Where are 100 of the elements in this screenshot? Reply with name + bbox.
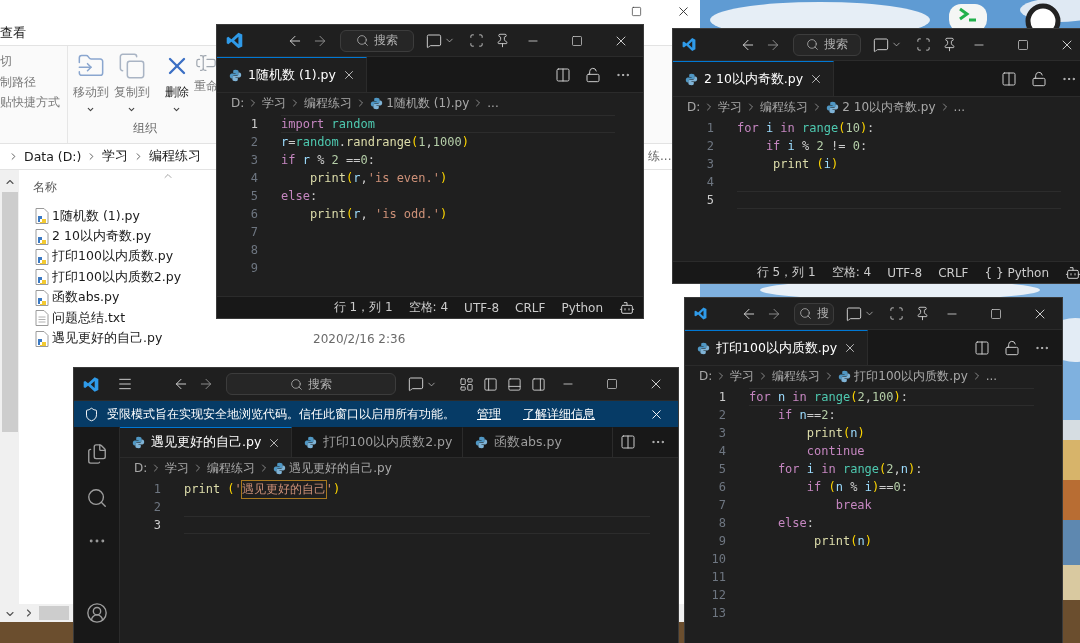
- breadcrumb-item[interactable]: 学习: [262, 94, 287, 112]
- status-item[interactable]: UTF-8: [464, 300, 500, 315]
- breadcrumb-item[interactable]: 学习: [718, 98, 743, 116]
- breadcrumb-item[interactable]: 学习: [165, 459, 190, 477]
- chat-icon[interactable]: [408, 376, 424, 392]
- terminal-icon[interactable]: [948, 3, 988, 28]
- copilot-icon[interactable]: [1065, 264, 1080, 281]
- file-name[interactable]: 2 10以内奇数.py: [52, 228, 152, 246]
- maximize-icon[interactable]: [631, 5, 642, 17]
- chat-icon[interactable]: [846, 305, 862, 322]
- breadcrumb-item[interactable]: D:: [134, 461, 148, 475]
- file-name[interactable]: 遇见更好的自己.py: [52, 330, 163, 348]
- menu-icon[interactable]: [117, 376, 133, 392]
- unlock-icon[interactable]: [1004, 339, 1020, 356]
- unlock-icon[interactable]: [585, 66, 601, 83]
- layout-icon[interactable]: [459, 376, 474, 392]
- breadcrumb-item[interactable]: 编程练习: [207, 459, 256, 477]
- pin-icon[interactable]: [915, 306, 930, 321]
- status-item[interactable]: { } Python: [984, 265, 1049, 280]
- link[interactable]: 了解详细信息: [523, 405, 595, 423]
- sidebar-toggle-icon[interactable]: [483, 376, 498, 392]
- file-name[interactable]: 问题总结.txt: [52, 309, 126, 327]
- breadcrumb-item[interactable]: 编程练习: [772, 367, 821, 385]
- fullscreen-icon[interactable]: [469, 33, 484, 48]
- search-field[interactable]: 搜索: [340, 29, 414, 52]
- split-editor-icon[interactable]: [1001, 70, 1017, 87]
- files-icon[interactable]: [85, 443, 108, 465]
- breadcrumb-item[interactable]: 遇见更好的自己.py: [289, 459, 392, 477]
- breadcrumb-item[interactable]: 编程练习: [149, 148, 202, 165]
- breadcrumb-item[interactable]: D:: [699, 369, 713, 383]
- status-item[interactable]: CRLF: [515, 300, 546, 315]
- pin-icon[interactable]: [942, 37, 957, 52]
- unlock-icon[interactable]: [1031, 70, 1047, 87]
- editor-tab[interactable]: 2 10以内奇数.py: [673, 61, 835, 96]
- editor-logo-icon[interactable]: [226, 32, 243, 49]
- code-line: if (n % i)==0:: [805, 479, 910, 496]
- fullscreen-icon[interactable]: [889, 306, 904, 321]
- account-icon[interactable]: [85, 602, 108, 624]
- ribbon-tab[interactable]: 查看: [0, 25, 26, 42]
- search-icon[interactable]: [85, 487, 108, 509]
- chat-icon[interactable]: [426, 32, 442, 49]
- status-item[interactable]: Python: [561, 300, 603, 315]
- status-item[interactable]: 行 1，列 1: [333, 299, 393, 316]
- file-name[interactable]: 1随机数 (1).py: [52, 207, 140, 225]
- breadcrumb-item[interactable]: 编程练习: [760, 98, 809, 116]
- column-header[interactable]: 名称: [33, 178, 57, 196]
- breadcrumb-item[interactable]: D:: [231, 96, 245, 110]
- file-name[interactable]: 打印100以内质数.py: [52, 248, 174, 266]
- line-number: 3: [717, 426, 726, 440]
- pin-icon[interactable]: [495, 33, 510, 48]
- breadcrumb-item[interactable]: 1随机数 (1).py: [386, 94, 470, 112]
- status-item[interactable]: CRLF: [938, 265, 969, 280]
- editor-tab[interactable]: 打印100以内质数.py: [685, 330, 869, 365]
- editor-tab[interactable]: 遇见更好的自己.py: [120, 427, 293, 457]
- breadcrumb-item[interactable]: 2 10以内奇数.py: [842, 98, 936, 116]
- editor-logo-icon[interactable]: [682, 36, 696, 53]
- breadcrumb-item[interactable]: 编程练习: [304, 94, 353, 112]
- status-item[interactable]: 空格: 4: [408, 299, 449, 316]
- status-item[interactable]: 空格: 4: [831, 264, 872, 281]
- editor-tab[interactable]: 1随机数 (1).py: [217, 57, 367, 92]
- line-number: 5: [717, 462, 726, 476]
- breadcrumb-item[interactable]: 学习: [730, 367, 755, 385]
- line-number: 11: [710, 570, 726, 584]
- status-item[interactable]: 行 5，列 1: [756, 264, 816, 281]
- file-name[interactable]: 打印100以内质数2.py: [52, 268, 182, 286]
- back-icon[interactable]: [173, 376, 189, 392]
- breadcrumb-item[interactable]: ...: [985, 369, 998, 383]
- search-field[interactable]: 搜索: [226, 373, 396, 395]
- status-item[interactable]: UTF-8: [887, 265, 923, 280]
- copilot-icon[interactable]: [619, 299, 635, 316]
- secondary-sidebar-icon[interactable]: [531, 376, 546, 392]
- ribbon-button[interactable]: 删除: [164, 52, 189, 120]
- chat-icon[interactable]: [873, 36, 889, 53]
- split-editor-icon[interactable]: [620, 434, 636, 450]
- breadcrumb-item[interactable]: ...: [487, 96, 499, 110]
- search-field[interactable]: 搜索: [793, 33, 861, 56]
- search-field[interactable]: 练...: [646, 145, 672, 168]
- breadcrumb-item[interactable]: 学习: [102, 148, 129, 165]
- breadcrumb-item[interactable]: 打印100以内质数.py: [854, 367, 968, 385]
- editor-logo-icon[interactable]: [694, 305, 707, 322]
- editor-logo-icon[interactable]: [83, 375, 99, 393]
- breadcrumb-item[interactable]: Data (D:): [24, 149, 82, 164]
- scrollbar-thumb[interactable]: [39, 606, 69, 620]
- scrollbar-thumb[interactable]: [1, 192, 18, 432]
- search-icon: [290, 377, 303, 391]
- split-editor-icon[interactable]: [555, 66, 571, 83]
- line-number: 3: [705, 157, 714, 171]
- split-editor-icon[interactable]: [974, 339, 990, 356]
- file-name[interactable]: 函数abs.py: [52, 289, 120, 307]
- line-number: 1: [152, 482, 161, 496]
- ring-icon[interactable]: [1024, 3, 1062, 28]
- forward-icon[interactable]: [198, 376, 214, 392]
- search-field[interactable]: 搜: [794, 302, 834, 325]
- line-number: 1: [717, 390, 726, 404]
- fullscreen-icon[interactable]: [916, 37, 931, 52]
- panel-toggle-icon[interactable]: [507, 376, 522, 392]
- breadcrumb-item[interactable]: D:: [687, 100, 701, 114]
- breadcrumb-item[interactable]: ...: [953, 100, 965, 114]
- link[interactable]: 管理: [477, 405, 501, 423]
- line-number: 6: [249, 207, 258, 221]
